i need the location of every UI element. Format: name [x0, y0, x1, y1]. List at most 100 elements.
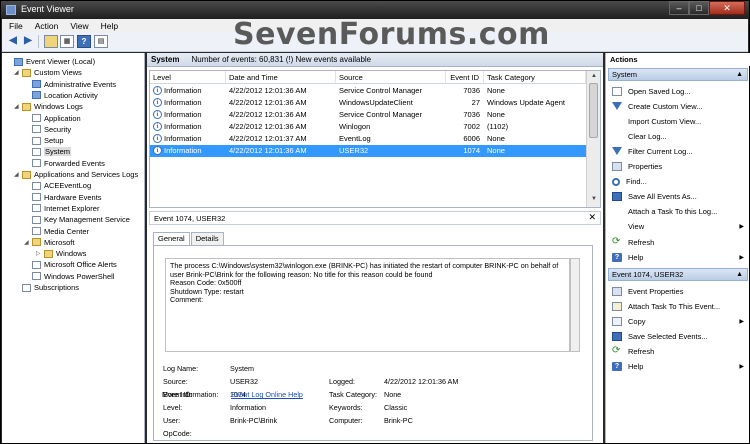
table-row[interactable]: i Information 4/22/2012 12:01:36 AM Winlogo…: [150, 121, 586, 133]
tab-general[interactable]: General: [153, 232, 190, 246]
event-message[interactable]: The process C:\Windows\system32\winlogon…: [165, 258, 570, 352]
log-icon: [32, 159, 41, 168]
tree-item[interactable]: Key Management Service: [24, 214, 130, 225]
back-arrow-icon[interactable]: ◀: [6, 35, 20, 48]
action-item[interactable]: ? Help ▶: [608, 360, 748, 374]
action-item[interactable]: Clear Log...: [608, 129, 748, 143]
tree-item[interactable]: Location Activity: [24, 90, 98, 101]
event-viewer-window: Event Viewer – □ ✕ File Action View Help…: [0, 0, 750, 444]
close-detail-icon[interactable]: ✕: [588, 212, 596, 223]
expand-arrow-icon[interactable]: ◢: [14, 103, 22, 110]
table-row[interactable]: i Information 4/22/2012 12:01:37 AM EventLo…: [150, 133, 586, 145]
action-item[interactable]: Create Custom View...: [608, 99, 748, 113]
tree-item[interactable]: Hardware Events: [24, 192, 102, 203]
tree-item[interactable]: ◢ Windows Logs: [14, 101, 83, 112]
collapse-arrow-icon[interactable]: ▲: [736, 69, 743, 80]
tree-item-label: Application: [44, 113, 81, 123]
column-source[interactable]: Source: [336, 71, 446, 84]
menu-help[interactable]: Help: [101, 21, 118, 31]
scroll-thumb[interactable]: [589, 83, 598, 138]
column-event-id[interactable]: Event ID: [446, 71, 484, 84]
submenu-arrow-icon: ▶: [739, 224, 744, 231]
action-item[interactable]: Save All Events As...: [608, 190, 748, 204]
action-item[interactable]: Properties: [608, 160, 748, 174]
tree-item-label: Windows PowerShell: [44, 271, 115, 281]
action-item[interactable]: Attach a Task To this Log...: [608, 205, 748, 219]
action-item[interactable]: ⟳ Refresh: [608, 235, 748, 249]
tree-item[interactable]: Event Viewer (Local): [6, 56, 95, 67]
event-log-online-help-link[interactable]: Event Log Online Help: [231, 390, 303, 399]
cell-date: 4/22/2012 12:01:36 AM: [229, 146, 307, 155]
expand-arrow-icon[interactable]: ▷: [36, 250, 44, 257]
tree-item[interactable]: Setup: [24, 135, 64, 146]
close-button[interactable]: ✕: [709, 1, 745, 15]
column-level[interactable]: Level: [150, 71, 226, 84]
tree-item-label: Forwarded Events: [44, 158, 105, 168]
event-detail-header: Event 1074, USER32 ✕: [149, 211, 601, 225]
tree-item[interactable]: ◢ Custom Views: [14, 67, 82, 78]
action-item[interactable]: Open Saved Log...: [608, 84, 748, 98]
tree-item[interactable]: Media Center: [24, 226, 89, 237]
action-item[interactable]: Filter Current Log...: [608, 144, 748, 158]
scroll-up-icon[interactable]: ▲: [589, 73, 599, 82]
menu-view[interactable]: View: [70, 21, 88, 31]
action-item[interactable]: Copy ▶: [608, 314, 748, 328]
show-hide-tree-icon[interactable]: ▦: [60, 35, 74, 48]
tree-item[interactable]: Forwarded Events: [24, 158, 105, 169]
action-item[interactable]: View ▶: [608, 220, 748, 234]
log-name-label: Log Name:: [163, 364, 199, 373]
action-label: Copy: [628, 316, 646, 326]
actions-section-header[interactable]: System ▲: [608, 68, 748, 81]
action-item[interactable]: Find...: [608, 175, 748, 189]
tree-item[interactable]: Application: [24, 113, 81, 124]
scroll-down-icon[interactable]: ▼: [589, 196, 599, 205]
actions-section-header[interactable]: Event 1074, USER32 ▲: [608, 268, 748, 281]
expand-arrow-icon[interactable]: ◢: [14, 69, 22, 76]
tree-item[interactable]: ◢ Microsoft: [24, 237, 74, 248]
action-item[interactable]: ? Help ▶: [608, 250, 748, 264]
action-item[interactable]: Import Custom View...: [608, 114, 748, 128]
action-item[interactable]: Attach Task To This Event...: [608, 299, 748, 313]
column-task-category[interactable]: Task Category: [484, 71, 586, 84]
tree-item[interactable]: ◢ Applications and Services Logs: [14, 169, 138, 180]
forward-arrow-icon[interactable]: ▶: [21, 35, 35, 48]
tree-item-label: Administrative Events: [44, 79, 117, 89]
tree-item[interactable]: Administrative Events: [24, 79, 116, 90]
tree-item[interactable]: Security: [24, 124, 71, 135]
up-folder-icon[interactable]: [44, 35, 58, 48]
tree-item[interactable]: System: [24, 146, 72, 157]
section-title: Event 1074, USER32: [612, 270, 684, 279]
tree-item[interactable]: ACEEventLog: [24, 180, 91, 191]
tree-item[interactable]: Microsoft Office Alerts: [24, 259, 117, 270]
action-item[interactable]: Save Selected Events...: [608, 329, 748, 343]
maximize-button[interactable]: □: [689, 1, 709, 15]
collapse-arrow-icon[interactable]: ▲: [736, 269, 743, 280]
expand-arrow-icon[interactable]: ◢: [24, 239, 32, 246]
tree-item[interactable]: Internet Explorer: [24, 203, 99, 214]
action-label: Filter Current Log...: [628, 146, 693, 156]
expand-arrow-icon[interactable]: ◢: [14, 171, 22, 178]
cell-task: None: [487, 146, 505, 155]
help-icon[interactable]: ?: [77, 35, 91, 48]
action-item[interactable]: Event Properties: [608, 284, 748, 298]
table-row[interactable]: i Information 4/22/2012 12:01:36 AM Windows…: [150, 97, 586, 109]
properties-icon[interactable]: ▤: [94, 35, 108, 48]
information-icon: i: [153, 146, 162, 155]
action-item[interactable]: ⟳ Refresh: [608, 344, 748, 358]
table-row[interactable]: i Information 4/22/2012 12:01:36 AM USER32 1…: [150, 145, 586, 157]
tree-item[interactable]: ▷ Windows: [36, 248, 86, 259]
column-date[interactable]: Date and Time: [226, 71, 336, 84]
cell-source: WindowsUpdateClient: [339, 98, 413, 107]
message-scrollbar[interactable]: [570, 258, 580, 352]
tree-item[interactable]: Windows PowerShell: [24, 271, 114, 282]
tree-item[interactable]: Subscriptions: [14, 282, 79, 293]
tab-details[interactable]: Details: [190, 232, 224, 245]
table-row[interactable]: i Information 4/22/2012 12:01:36 AM Service…: [150, 85, 586, 97]
menu-file[interactable]: File: [9, 21, 23, 31]
events-scrollbar[interactable]: ▲ ▼: [586, 71, 600, 207]
folder-icon: [22, 102, 31, 111]
minimize-button[interactable]: –: [669, 1, 689, 15]
table-row[interactable]: i Information 4/22/2012 12:01:36 AM Service…: [150, 109, 586, 121]
log-icon: [32, 193, 41, 202]
menu-action[interactable]: Action: [35, 21, 59, 31]
